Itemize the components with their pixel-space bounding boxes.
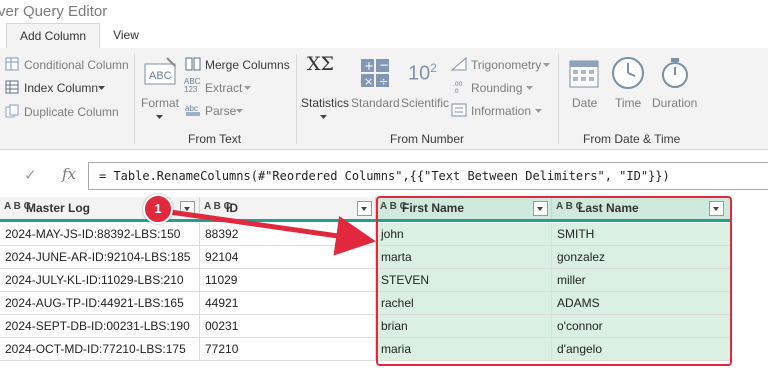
- annotation-arrow: [169, 209, 376, 256]
- annotation-callout-badge: 1: [143, 194, 173, 224]
